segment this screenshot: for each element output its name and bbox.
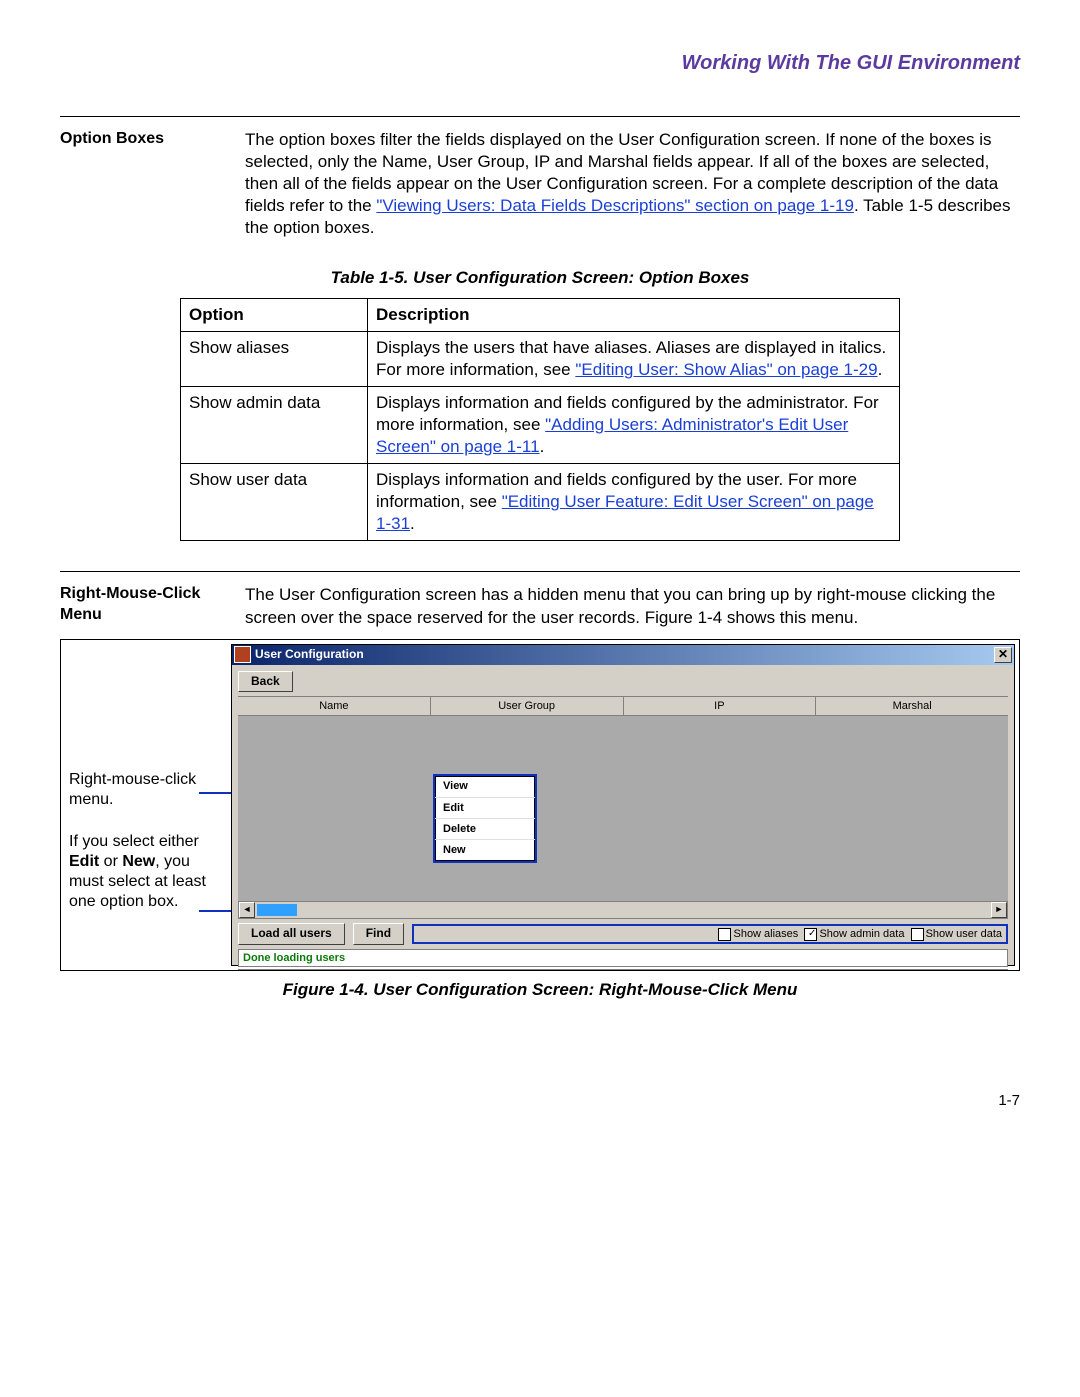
close-icon[interactable]: ✕ <box>994 647 1012 663</box>
col-header-usergroup[interactable]: User Group <box>431 697 624 715</box>
section-label-option-boxes: Option Boxes <box>60 129 245 150</box>
scroll-right-icon[interactable]: ► <box>991 902 1007 918</box>
checkbox-show-aliases[interactable] <box>718 928 731 941</box>
status-text: Done loading users <box>243 952 345 964</box>
callout-bold-edit: Edit <box>69 853 99 870</box>
load-all-users-button[interactable]: Load all users <box>238 923 345 945</box>
option-boxes-group: Show aliases Show admin data Show user d… <box>412 924 1008 944</box>
checkbox-label: Show aliases <box>733 928 798 940</box>
cell-option: Show admin data <box>181 386 368 463</box>
col-header-name[interactable]: Name <box>238 697 431 715</box>
section-label-right-click-menu: Right-Mouse-Click Menu <box>60 584 245 626</box>
cell-description: Displays information and fields configur… <box>368 386 900 463</box>
table-caption: Table 1-5. User Configuration Screen: Op… <box>60 267 1020 289</box>
table-row: Show admin data Displays information and… <box>181 386 900 463</box>
user-configuration-window: User Configuration ✕ Back Name User Grou… <box>231 644 1015 966</box>
scroll-left-icon[interactable]: ◄ <box>239 902 255 918</box>
context-menu: View Edit Delete New <box>433 774 537 862</box>
horizontal-rule <box>60 571 1020 572</box>
option-boxes-table: Option Description Show aliases Displays… <box>180 298 900 542</box>
running-header: Working With The GUI Environment <box>60 50 1020 76</box>
callout-text: If you select either <box>69 833 199 850</box>
scroll-thumb[interactable] <box>257 904 297 916</box>
records-area[interactable]: View Edit Delete New <box>238 716 1008 901</box>
page-number: 1-7 <box>60 1091 1020 1111</box>
figure-container: Right-mouse-click menu. If you select ei… <box>60 639 1020 971</box>
section-body-option-boxes: The option boxes filter the fields displ… <box>245 129 1020 239</box>
callout-bold-new: New <box>122 853 155 870</box>
checkbox-label: Show admin data <box>819 928 904 940</box>
col-header-marshal[interactable]: Marshal <box>816 697 1008 715</box>
column-headers: Name User Group IP Marshal <box>238 696 1008 716</box>
callout-right-click-menu: Right-mouse-click menu. <box>69 770 219 810</box>
applet-warning-bar: Warning: Applet Window <box>238 969 1008 970</box>
menu-item-new[interactable]: New <box>435 840 535 860</box>
cell-description: Displays information and fields configur… <box>368 464 900 541</box>
table-header-description: Description <box>368 298 900 331</box>
window-titlebar[interactable]: User Configuration ✕ <box>232 645 1014 665</box>
checkbox-show-admin-data[interactable] <box>804 928 817 941</box>
window-title: User Configuration <box>255 647 364 663</box>
desc-text-end: . <box>540 437 545 456</box>
back-button[interactable]: Back <box>238 671 293 693</box>
table-header-option: Option <box>181 298 368 331</box>
app-icon <box>234 646 251 663</box>
desc-text-end: . <box>410 514 415 533</box>
col-header-ip[interactable]: IP <box>624 697 817 715</box>
table-row: Show user data Displays information and … <box>181 464 900 541</box>
menu-item-edit[interactable]: Edit <box>435 798 535 819</box>
cell-description: Displays the users that have aliases. Al… <box>368 331 900 386</box>
status-bar: Done loading users <box>238 949 1008 967</box>
callout-text: or <box>99 853 122 870</box>
menu-item-view[interactable]: View <box>435 776 535 797</box>
section-body-right-click-menu: The User Configuration screen has a hidd… <box>245 584 1020 628</box>
table-row: Show aliases Displays the users that hav… <box>181 331 900 386</box>
desc-text-end: . <box>878 360 883 379</box>
horizontal-rule <box>60 116 1020 117</box>
checkbox-label: Show user data <box>926 928 1002 940</box>
checkbox-show-user-data[interactable] <box>911 928 924 941</box>
callout-edit-new: If you select either Edit or New, you mu… <box>69 832 219 912</box>
link-show-alias[interactable]: "Editing User: Show Alias" on page 1-29 <box>575 360 877 379</box>
link-data-fields-descriptions[interactable]: "Viewing Users: Data Fields Descriptions… <box>376 196 854 215</box>
cell-option: Show aliases <box>181 331 368 386</box>
menu-item-delete[interactable]: Delete <box>435 819 535 840</box>
find-button[interactable]: Find <box>353 923 404 945</box>
cell-option: Show user data <box>181 464 368 541</box>
horizontal-scrollbar[interactable]: ◄ ► <box>238 901 1008 919</box>
figure-caption: Figure 1-4. User Configuration Screen: R… <box>60 979 1020 1001</box>
